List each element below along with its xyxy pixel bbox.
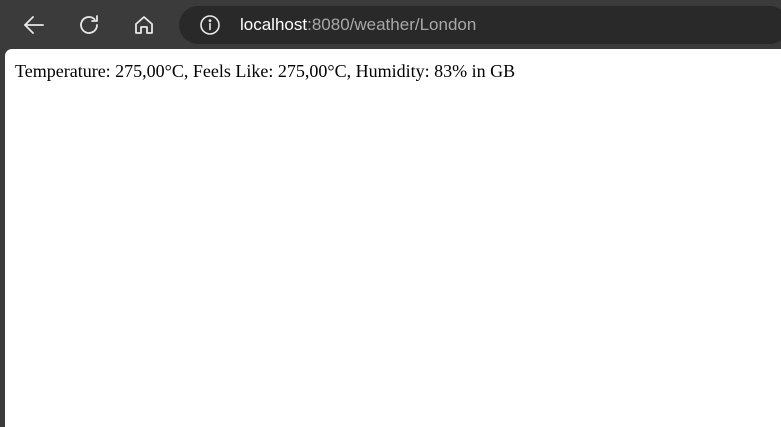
back-button[interactable] xyxy=(18,9,50,41)
browser-window: localhost:8080/weather/London Temperatur… xyxy=(0,0,781,427)
url-host: localhost xyxy=(240,15,308,34)
address-bar[interactable]: localhost:8080/weather/London xyxy=(179,6,781,44)
info-icon[interactable] xyxy=(199,14,221,36)
reload-button[interactable] xyxy=(73,9,105,41)
url-text[interactable]: localhost:8080/weather/London xyxy=(240,15,476,35)
reload-icon xyxy=(77,13,101,37)
weather-info-text: Temperature: 275,00°C, Feels Like: 275,0… xyxy=(15,61,516,81)
home-icon xyxy=(132,13,156,37)
url-path: :8080/weather/London xyxy=(307,15,477,34)
browser-toolbar: localhost:8080/weather/London xyxy=(0,0,781,49)
home-button[interactable] xyxy=(128,9,160,41)
page-content: Temperature: 275,00°C, Feels Like: 275,0… xyxy=(5,49,781,427)
arrow-left-icon xyxy=(22,13,46,37)
